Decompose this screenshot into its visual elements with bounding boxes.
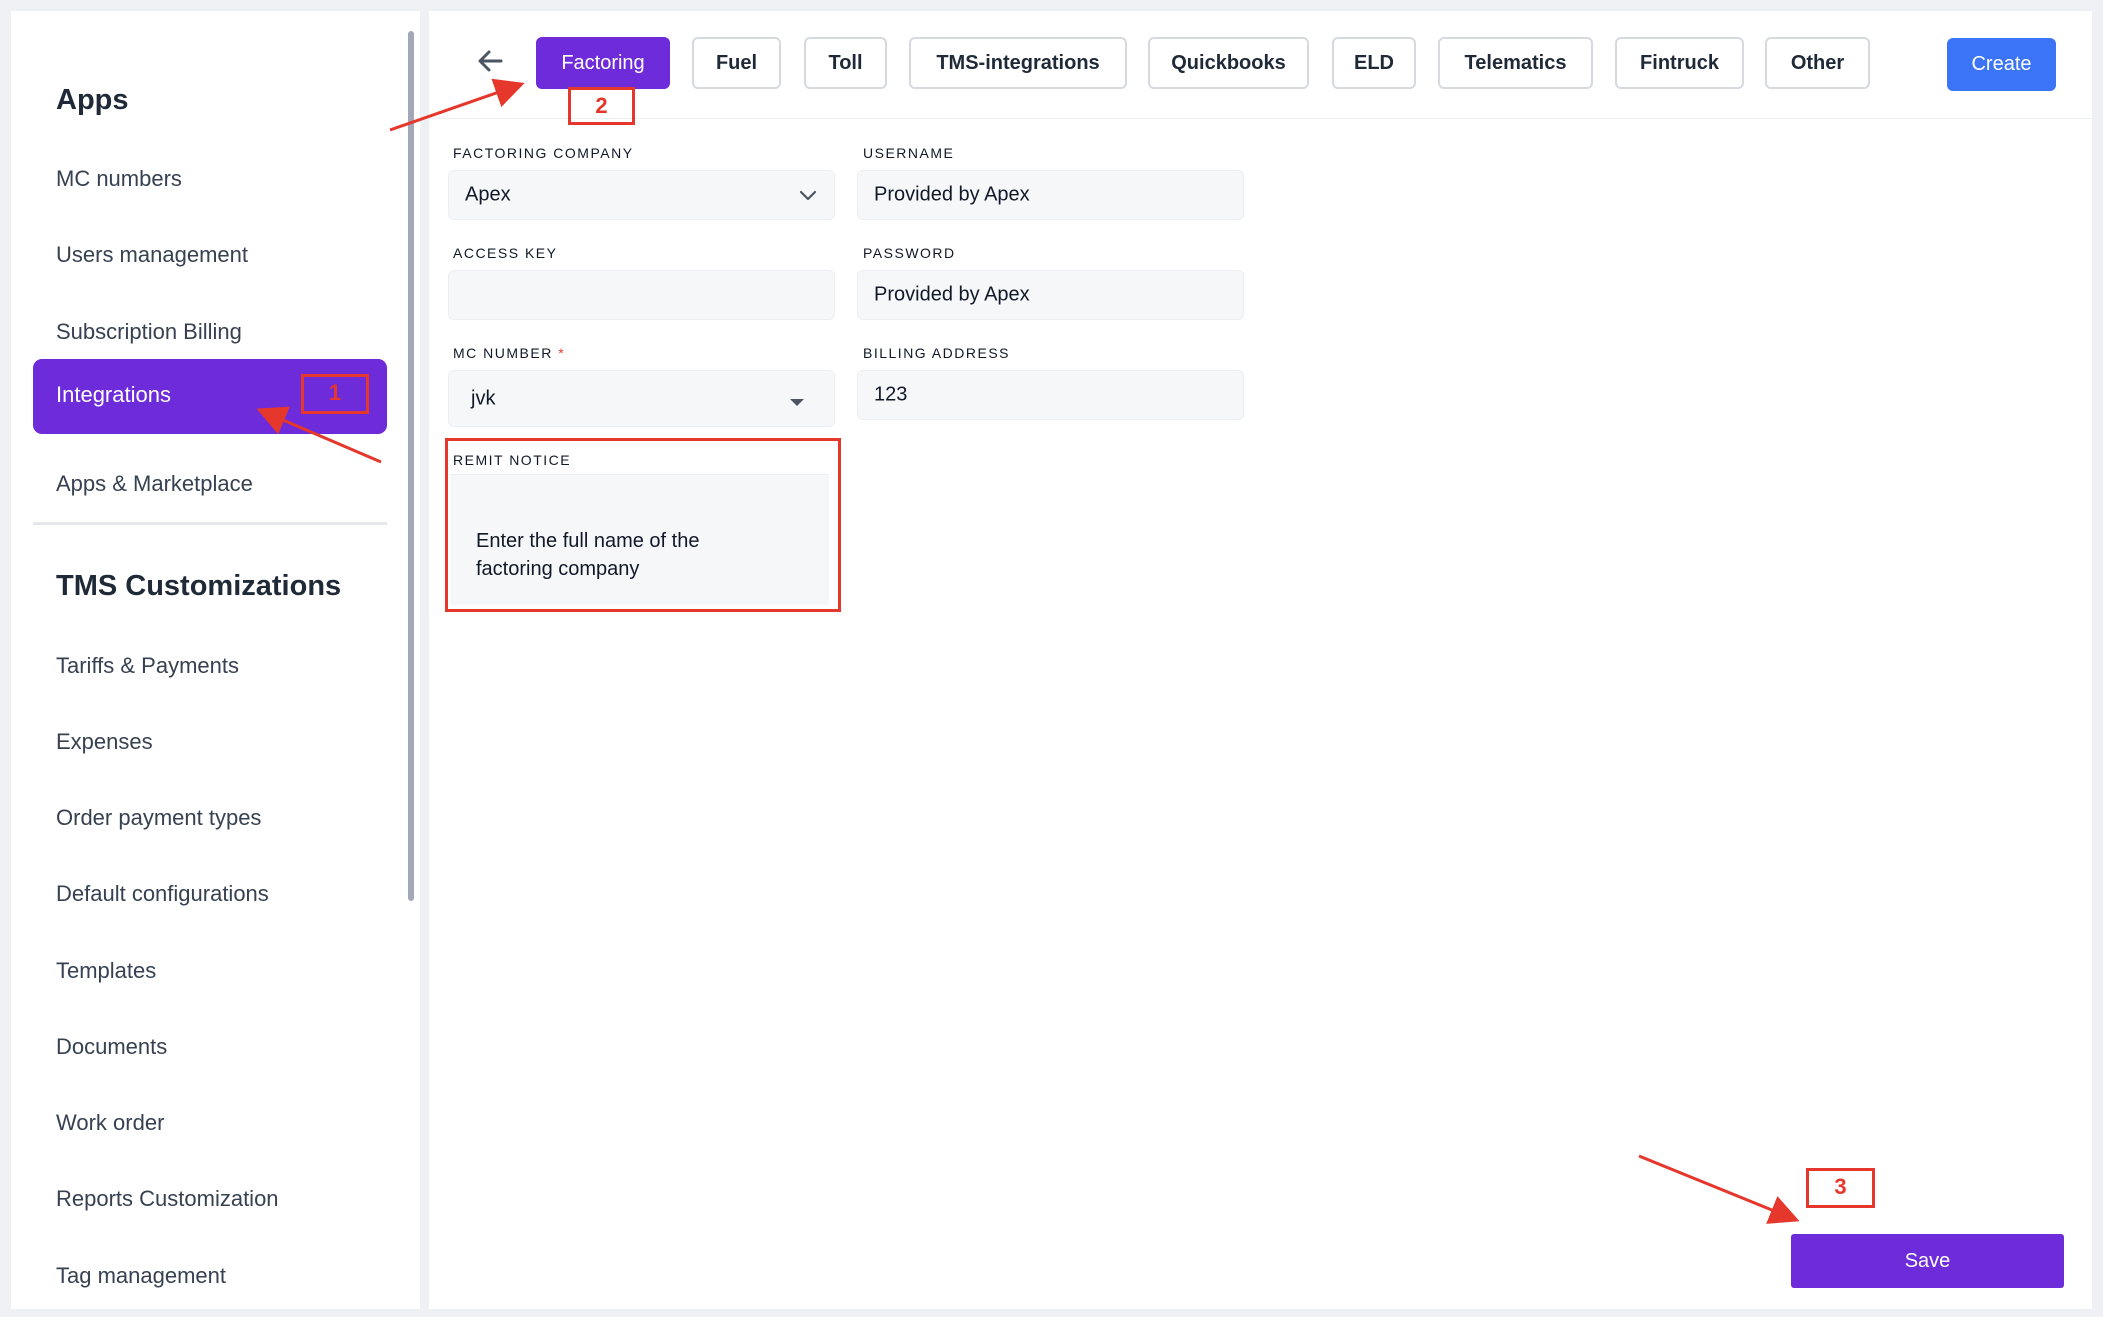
billing-address-value: 123	[874, 383, 908, 406]
mc-number-label: MC NUMBER *	[453, 345, 565, 361]
sidebar-item-documents[interactable]: Documents	[56, 1032, 167, 1062]
sidebar-item-reports-customization[interactable]: Reports Customization	[56, 1184, 279, 1214]
username-label: USERNAME	[863, 145, 955, 161]
tab-factoring[interactable]: Factoring	[536, 37, 670, 89]
apps-heading: Apps	[56, 84, 129, 116]
sidebar-item-tariffs-payments[interactable]: Tariffs & Payments	[56, 651, 239, 681]
mc-number-value: jvk	[471, 387, 496, 409]
tab-toll[interactable]: Toll	[804, 37, 887, 89]
password-label: PASSWORD	[863, 245, 956, 261]
tab-other[interactable]: Other	[1765, 37, 1870, 89]
toolbar-divider	[429, 118, 2092, 119]
tms-customizations-heading: TMS Customizations	[56, 570, 342, 602]
mc-number-select[interactable]: jvk	[448, 370, 835, 427]
sidebar-item-users-management[interactable]: Users management	[56, 240, 248, 270]
sidebar-item-expenses[interactable]: Expenses	[56, 727, 153, 757]
username-value: Provided by Apex	[874, 183, 1030, 206]
tab-tms-integrations[interactable]: TMS-integrations	[909, 37, 1127, 89]
sidebar-item-subscription-billing[interactable]: Subscription Billing	[56, 317, 242, 347]
sidebar-item-tag-management[interactable]: Tag management	[56, 1261, 226, 1291]
password-value: Provided by Apex	[874, 283, 1030, 306]
tab-fuel[interactable]: Fuel	[692, 37, 781, 89]
annotation-number-2: 2	[595, 93, 608, 118]
caret-down-icon	[790, 398, 804, 406]
chevron-down-icon	[799, 190, 817, 201]
mc-number-label-text: MC NUMBER	[453, 345, 553, 361]
sidebar-divider	[33, 522, 387, 525]
arrow-left-icon	[478, 50, 503, 72]
factoring-company-value: Apex	[465, 183, 511, 206]
tab-fintruck[interactable]: Fintruck	[1615, 37, 1744, 89]
integrations-panel: Factoring Fuel Toll TMS-integrations Qui…	[429, 11, 2092, 1309]
access-key-field[interactable]	[448, 270, 835, 320]
sidebar-item-templates[interactable]: Templates	[56, 956, 156, 986]
factoring-company-label: FACTORING COMPANY	[453, 145, 634, 161]
back-button[interactable]	[471, 41, 511, 81]
username-field[interactable]: Provided by Apex	[857, 170, 1244, 220]
tab-telematics[interactable]: Telematics	[1438, 37, 1593, 89]
billing-address-label: BILLING ADDRESS	[863, 345, 1010, 361]
save-button[interactable]: Save	[1791, 1234, 2064, 1288]
remit-notice-highlight	[445, 438, 841, 612]
tab-quickbooks[interactable]: Quickbooks	[1148, 37, 1309, 89]
annotation-number-3: 3	[1834, 1174, 1847, 1199]
settings-sidebar: Apps MC numbers Users management Subscri…	[11, 11, 420, 1309]
sidebar-item-default-configurations[interactable]: Default configurations	[56, 879, 269, 909]
billing-address-field[interactable]: 123	[857, 370, 1244, 420]
create-button[interactable]: Create	[1947, 38, 2056, 91]
access-key-label: ACCESS KEY	[453, 245, 558, 261]
sidebar-scrollbar[interactable]	[408, 31, 414, 901]
sidebar-item-work-order[interactable]: Work order	[56, 1108, 164, 1138]
factoring-company-select[interactable]: Apex	[448, 170, 835, 220]
sidebar-item-order-payment-types[interactable]: Order payment types	[56, 803, 261, 833]
tab-eld[interactable]: ELD	[1332, 37, 1416, 89]
sidebar-item-label: Integrations	[56, 382, 171, 407]
required-mark: *	[558, 345, 566, 361]
sidebar-item-mc-numbers[interactable]: MC numbers	[56, 164, 182, 194]
password-field[interactable]: Provided by Apex	[857, 270, 1244, 320]
sidebar-item-apps-marketplace[interactable]: Apps & Marketplace	[56, 469, 253, 499]
annotation-number-1: 1	[328, 380, 342, 405]
